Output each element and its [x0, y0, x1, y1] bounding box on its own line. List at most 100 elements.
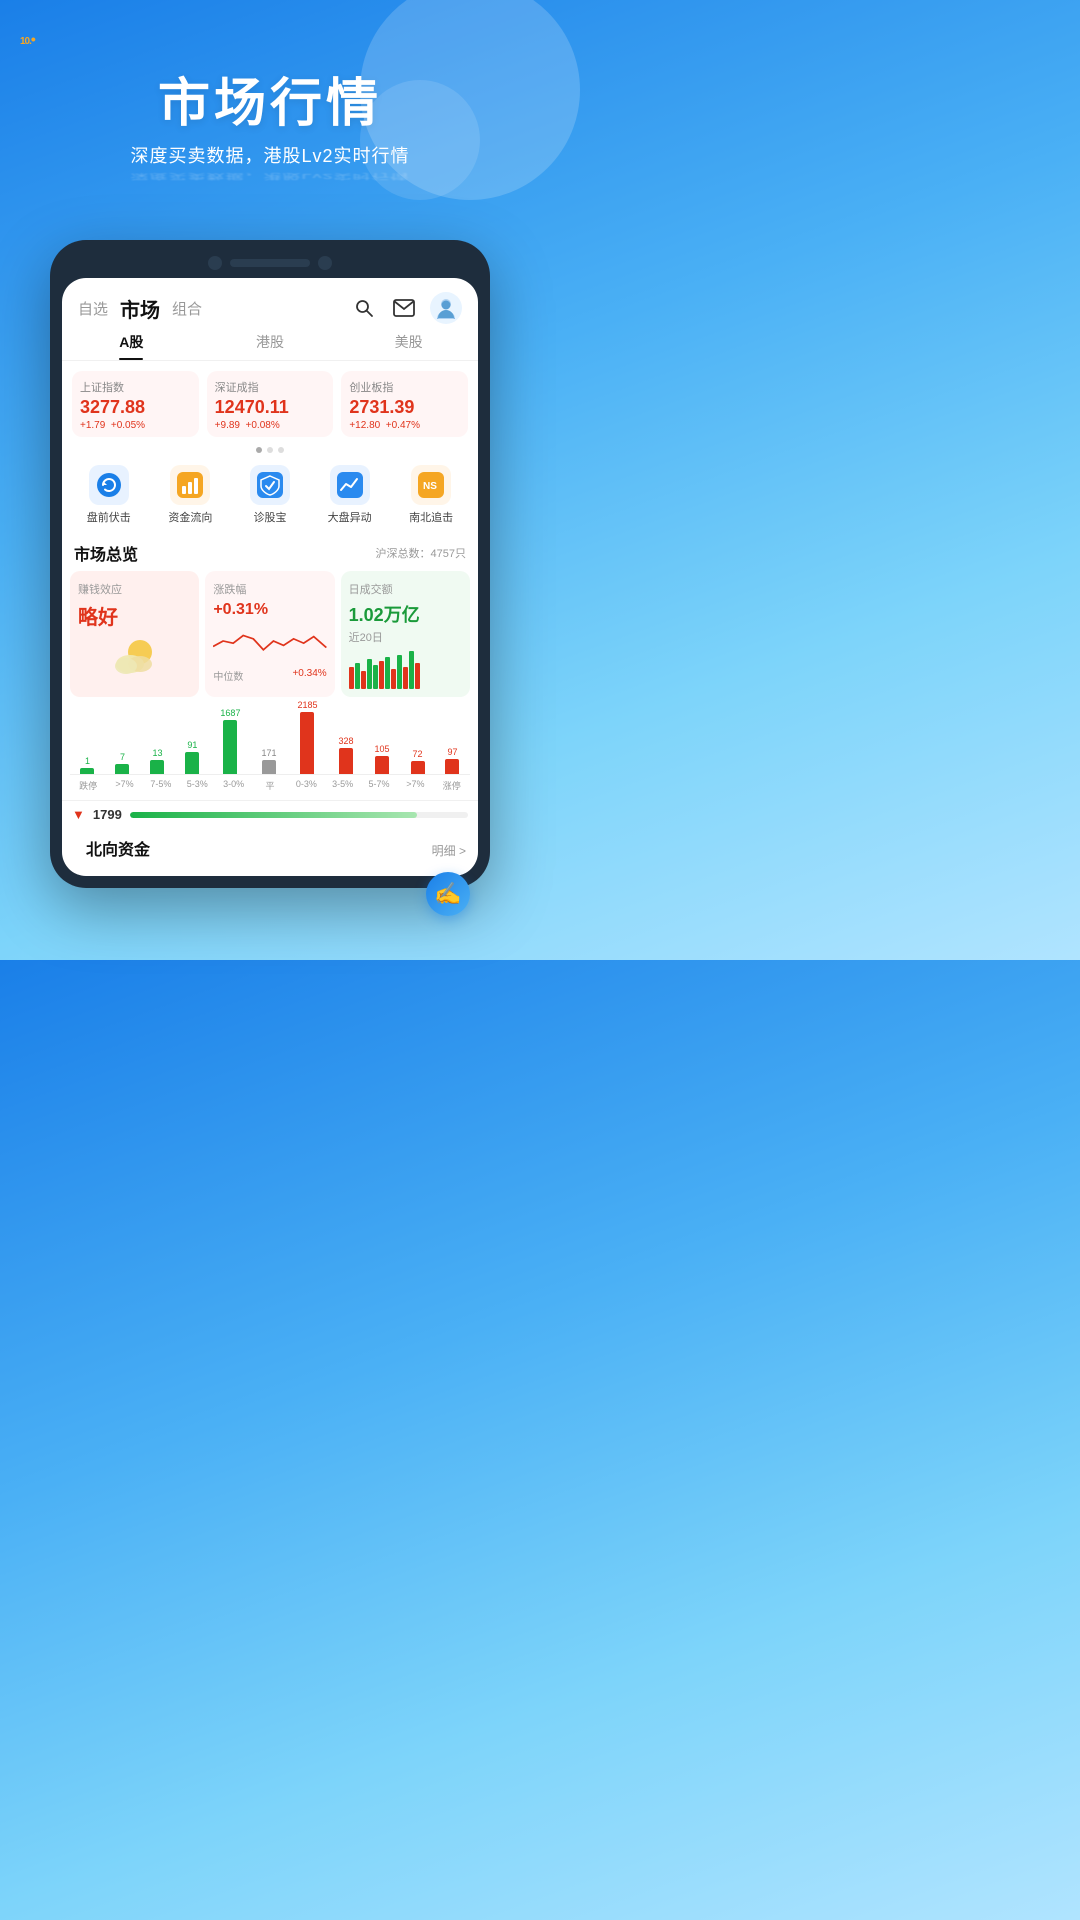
dist-val-2: 7 [120, 752, 125, 762]
sub-title-mirror: 深度买卖数据，港股Lv2实时行情 [20, 172, 520, 182]
dist-bar-11 [445, 759, 459, 774]
sec-tab-us[interactable]: 美股 [339, 332, 478, 360]
dist-col-1: 1 [80, 756, 94, 774]
market-overview-sub: 沪深总数：4757只 [376, 545, 466, 561]
line-chart [213, 619, 326, 663]
fab-write-icon: ✍ [434, 883, 461, 905]
vbar-9 [397, 655, 402, 689]
front-camera-2 [318, 256, 332, 270]
panqian-icon [89, 465, 129, 505]
nanbei-icon: NS [411, 465, 451, 505]
version-dot: • [31, 31, 35, 47]
phone-outer: 自选 市场 组合 [50, 240, 490, 888]
dist-val-10: 72 [412, 749, 422, 759]
vbar-7 [385, 657, 390, 689]
dist-val-11: 97 [447, 747, 457, 757]
vbar-4 [367, 659, 372, 689]
progress-fill [130, 812, 417, 818]
index-card-shanghai[interactable]: 上证指数 3277.88 +1.79 +0.05% [72, 371, 199, 437]
dist-col-4: 91 [185, 740, 199, 774]
ov-label-1: 赚钱效应 [78, 581, 191, 597]
app-topbar: 自选 市场 组合 [62, 278, 478, 324]
dist-col-2: 7 [115, 752, 129, 774]
feat-label-1: 盘前伏击 [87, 509, 131, 525]
index-cards: 上证指数 3277.88 +1.79 +0.05% 深证成指 12470.11 … [62, 361, 478, 443]
ov-card-change[interactable]: 涨跌幅 +0.31% 中位数 +0.34% [205, 571, 334, 697]
dist-bar-8 [339, 748, 353, 774]
zhengubao-icon [250, 465, 290, 505]
feat-label-4: 大盘异动 [328, 509, 372, 525]
dist-bar-10 [411, 761, 425, 774]
vbar-1 [349, 667, 354, 689]
zijin-icon [170, 465, 210, 505]
vbar-11 [409, 651, 414, 689]
dot-1 [256, 447, 262, 453]
down-arrow-icon: ▼ [72, 807, 85, 822]
index-change-1: +1.79 +0.05% [80, 420, 191, 431]
feat-panqian[interactable]: 盘前伏击 [87, 465, 131, 525]
dlabel-7: 0-3% [292, 779, 320, 792]
dlabel-3: 7-5% [147, 779, 175, 792]
index-card-cy[interactable]: 创业板指 2731.39 +12.80 +0.47% [341, 371, 468, 437]
index-card-shenzhen[interactable]: 深证成指 12470.11 +9.89 +0.08% [207, 371, 334, 437]
dist-val-5: 1687 [220, 708, 240, 718]
dist-val-1: 1 [85, 756, 90, 766]
nav-tabs: 自选 市场 组合 [78, 294, 202, 323]
phone-screen: 自选 市场 组合 [62, 278, 478, 876]
dlabel-8: 3-5% [329, 779, 357, 792]
svg-text:NS: NS [423, 481, 437, 492]
dist-labels-row: 跌停 >7% 7-5% 5-3% 3-0% 平 0-3% 3-5% 5-7% >… [70, 779, 470, 792]
chart-label-val: +0.34% [292, 668, 326, 683]
dlabel-2: >7% [111, 779, 139, 792]
dlabel-9: 5-7% [365, 779, 393, 792]
feat-label-5: 南北追击 [409, 509, 453, 525]
bottom-progress-row: ▼ 1799 [62, 800, 478, 828]
sec-tab-a[interactable]: A股 [62, 332, 201, 360]
chart-label-row: 中位数 +0.34% [213, 668, 326, 683]
index-value-3: 2731.39 [349, 397, 460, 418]
feat-zhengubao[interactable]: 诊股宝 [250, 465, 290, 525]
vbar-3 [361, 671, 366, 689]
front-camera [208, 256, 222, 270]
ov-card-volume[interactable]: 日成交额 1.02万亿 近20日 [341, 571, 470, 697]
index-label-2: 深证成指 [215, 379, 326, 395]
tab-market[interactable]: 市场 [120, 294, 160, 323]
detail-link[interactable]: 明细 > [432, 842, 466, 859]
index-value-1: 3277.88 [80, 397, 191, 418]
search-icon[interactable] [350, 294, 378, 322]
feat-dapan[interactable]: 大盘异动 [328, 465, 372, 525]
vbar-12 [415, 663, 420, 689]
dist-col-9: 105 [374, 744, 389, 774]
dist-col-7: 2185 [297, 700, 317, 774]
mail-icon[interactable] [390, 294, 418, 322]
dist-bar-3 [150, 760, 164, 774]
feat-label-2: 资金流向 [168, 509, 212, 525]
dist-bar-2 [115, 764, 129, 774]
dlabel-10: >7% [401, 779, 429, 792]
north-title: 北向资金 [74, 832, 162, 868]
dist-val-8: 328 [338, 736, 353, 746]
phone-mockup: 自选 市场 组合 [50, 240, 490, 888]
dist-col-11: 97 [445, 747, 459, 774]
index-change-3: +12.80 +0.47% [349, 420, 460, 431]
dist-col-10: 72 [411, 749, 425, 774]
fab-button[interactable]: ✍ [426, 872, 470, 916]
feat-zijin[interactable]: 资金流向 [168, 465, 212, 525]
dist-bar-7 [300, 712, 314, 774]
dist-val-6: 171 [261, 748, 276, 758]
feat-nanbei[interactable]: NS 南北追击 [409, 465, 453, 525]
tab-zixuan[interactable]: 自选 [78, 298, 108, 319]
weather-container [78, 634, 191, 678]
header-area: 10.• 市场行情 深度买卖数据，港股Lv2实时行情 深度买卖数据，港股Lv2实… [0, 0, 540, 220]
vbar-10 [403, 667, 408, 689]
tab-zuhe[interactable]: 组合 [172, 298, 202, 319]
avatar-icon[interactable] [430, 292, 462, 324]
ov-value-3: 1.02万亿 [349, 601, 462, 627]
dot-2 [267, 447, 273, 453]
dapan-icon [330, 465, 370, 505]
ov-card-wealth[interactable]: 赚钱效应 略好 [70, 571, 199, 697]
dot-indicators [62, 443, 478, 457]
sec-tab-hk[interactable]: 港股 [201, 332, 340, 360]
ov-label-3: 日成交额 [349, 581, 462, 597]
dist-col-5: 1687 [220, 708, 240, 774]
